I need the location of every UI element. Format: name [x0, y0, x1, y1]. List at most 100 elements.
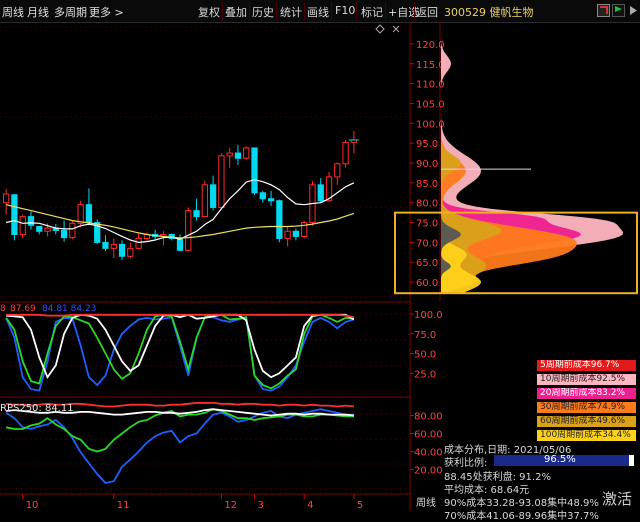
time-axis-label: 12	[224, 500, 237, 511]
candle-body	[209, 184, 217, 208]
draw-line-button[interactable]: 画线	[307, 4, 329, 20]
legend-100: 100周期前成本34.4%	[537, 430, 636, 441]
stats-button[interactable]: 统计	[280, 4, 302, 20]
ind1-axis-label: 100.0	[414, 310, 443, 321]
price-axis-label: 65.0	[416, 258, 438, 269]
rps-label: RPS250: 84.11	[0, 403, 74, 414]
top-toolbar: 周线 月线 多周期 更多 > 复权 叠加 历史 统计 画线 F10 标记 +自选…	[0, 0, 640, 23]
tab-weekly[interactable]: 周线	[2, 4, 24, 20]
f10-button[interactable]: F10	[335, 4, 355, 17]
price-axis-label: 80.0	[416, 199, 438, 210]
back-button[interactable]: 返回	[416, 4, 438, 20]
scroll-right-icon[interactable]	[627, 4, 640, 17]
candle-body	[85, 204, 93, 224]
legend-label: 5周期前成本96.7%	[540, 360, 620, 370]
candle-body	[317, 184, 324, 202]
mark-button[interactable]: 标记	[361, 4, 383, 20]
candle-body	[267, 198, 275, 202]
panel-controls[interactable]	[375, 24, 400, 34]
candle-body	[334, 163, 341, 178]
candle-body	[110, 243, 117, 249]
candle-body	[102, 241, 109, 249]
candle-body	[36, 226, 43, 232]
profit-ratio-label: 获利比例:	[444, 458, 488, 469]
legend-label: 20周期前成本83.2%	[540, 388, 626, 398]
stock-title: 300529 健帆生物	[444, 6, 534, 19]
candle-body	[118, 243, 126, 257]
time-axis-label: 3	[258, 500, 264, 511]
time-axis-label: 5	[357, 500, 363, 511]
price-axis-label: 120.0	[416, 40, 445, 51]
price-axis-label: 100.0	[416, 119, 445, 130]
more-menu[interactable]: 更多 >	[89, 4, 124, 20]
candle-body	[44, 227, 51, 232]
ind1-label: 8	[0, 304, 6, 314]
price-axis-label: 115.0	[416, 60, 445, 71]
history-button[interactable]: 历史	[252, 4, 274, 20]
candle-body	[226, 152, 233, 157]
candle-body	[11, 194, 18, 235]
candle-body	[234, 152, 242, 159]
time-axis-label: 10	[26, 500, 39, 511]
tab-multi-period[interactable]: 多周期	[54, 4, 87, 20]
overlay-button[interactable]: 叠加	[225, 4, 247, 20]
candle-body	[60, 229, 68, 239]
legend-10: 10周期前成本92.5%	[537, 374, 636, 385]
price-axis-label: 85.0	[416, 179, 438, 190]
rps250-panel[interactable]	[5, 402, 354, 484]
candle-body	[27, 216, 35, 226]
ind1-value: 87.69	[10, 304, 36, 314]
tab-monthly[interactable]: 月线	[27, 4, 49, 20]
legend-30: 30周期前成本74.9%	[537, 402, 636, 413]
legend-60: 60周期前成本49.6%	[537, 416, 636, 427]
toolbar-divider	[356, 2, 357, 20]
panel-frames	[0, 22, 441, 511]
ind2-line-green	[5, 408, 354, 453]
toolbar-divider	[276, 2, 277, 20]
toolbar-divider	[222, 2, 223, 20]
candle-body	[259, 192, 266, 200]
indicator-panel-1[interactable]	[5, 313, 355, 392]
legend-5: 5周期前成本96.7%	[537, 360, 636, 371]
candle-body	[292, 230, 300, 237]
candle-body	[176, 237, 184, 251]
candle-body	[69, 222, 76, 239]
cost-70: 70%成本41.06-89.96集中37.7%	[444, 511, 599, 522]
profit-ratio-bar: 96.5%	[494, 454, 634, 466]
ind2-axis-label: 80.00	[414, 412, 443, 423]
period-label: 周线	[416, 496, 436, 509]
ind1-axis-label: 25.0	[414, 369, 436, 380]
ind2-axis-label: 40.00	[414, 448, 443, 459]
diamond-icon	[375, 24, 385, 34]
price-axis-label: 90.0	[416, 159, 438, 170]
legend-label: 100周期前成本34.4%	[540, 430, 631, 440]
ind1-line-green	[5, 313, 354, 390]
candle-body	[243, 147, 250, 159]
legend-label: 10周期前成本92.5%	[540, 374, 626, 384]
flag-icon[interactable]	[612, 4, 625, 17]
restore-rights-button[interactable]: 复权	[198, 4, 220, 20]
ind1-axis-label: 75.0	[414, 330, 436, 341]
price-axis-label: 75.0	[416, 219, 438, 230]
candle-body	[284, 230, 291, 239]
candle-body	[135, 237, 142, 249]
ind2-axis-label: 20.00	[414, 466, 443, 477]
toolbar-divider	[249, 2, 250, 20]
candle-body	[127, 247, 134, 257]
ind1-value2: 84.81 84.23	[42, 304, 96, 314]
candle-body	[185, 210, 192, 251]
ind1-axis-label: 50.0	[414, 350, 436, 361]
price-axis-label: 105.0	[416, 99, 445, 110]
time-axis-label: 4	[307, 500, 313, 511]
toolbar-divider	[331, 2, 332, 20]
profit-ratio-value: 96.5%	[544, 454, 576, 465]
toolbar-divider	[385, 2, 386, 20]
price-axis-label: 70.0	[416, 238, 438, 249]
toolbar-divider	[414, 2, 415, 20]
candle-body	[193, 210, 200, 218]
price-axis-label: 95.0	[416, 139, 438, 150]
expand-icon[interactable]	[597, 4, 610, 17]
candle-body	[276, 200, 283, 239]
toolbar-divider	[304, 2, 305, 20]
candlestick-panel[interactable]	[3, 131, 359, 260]
